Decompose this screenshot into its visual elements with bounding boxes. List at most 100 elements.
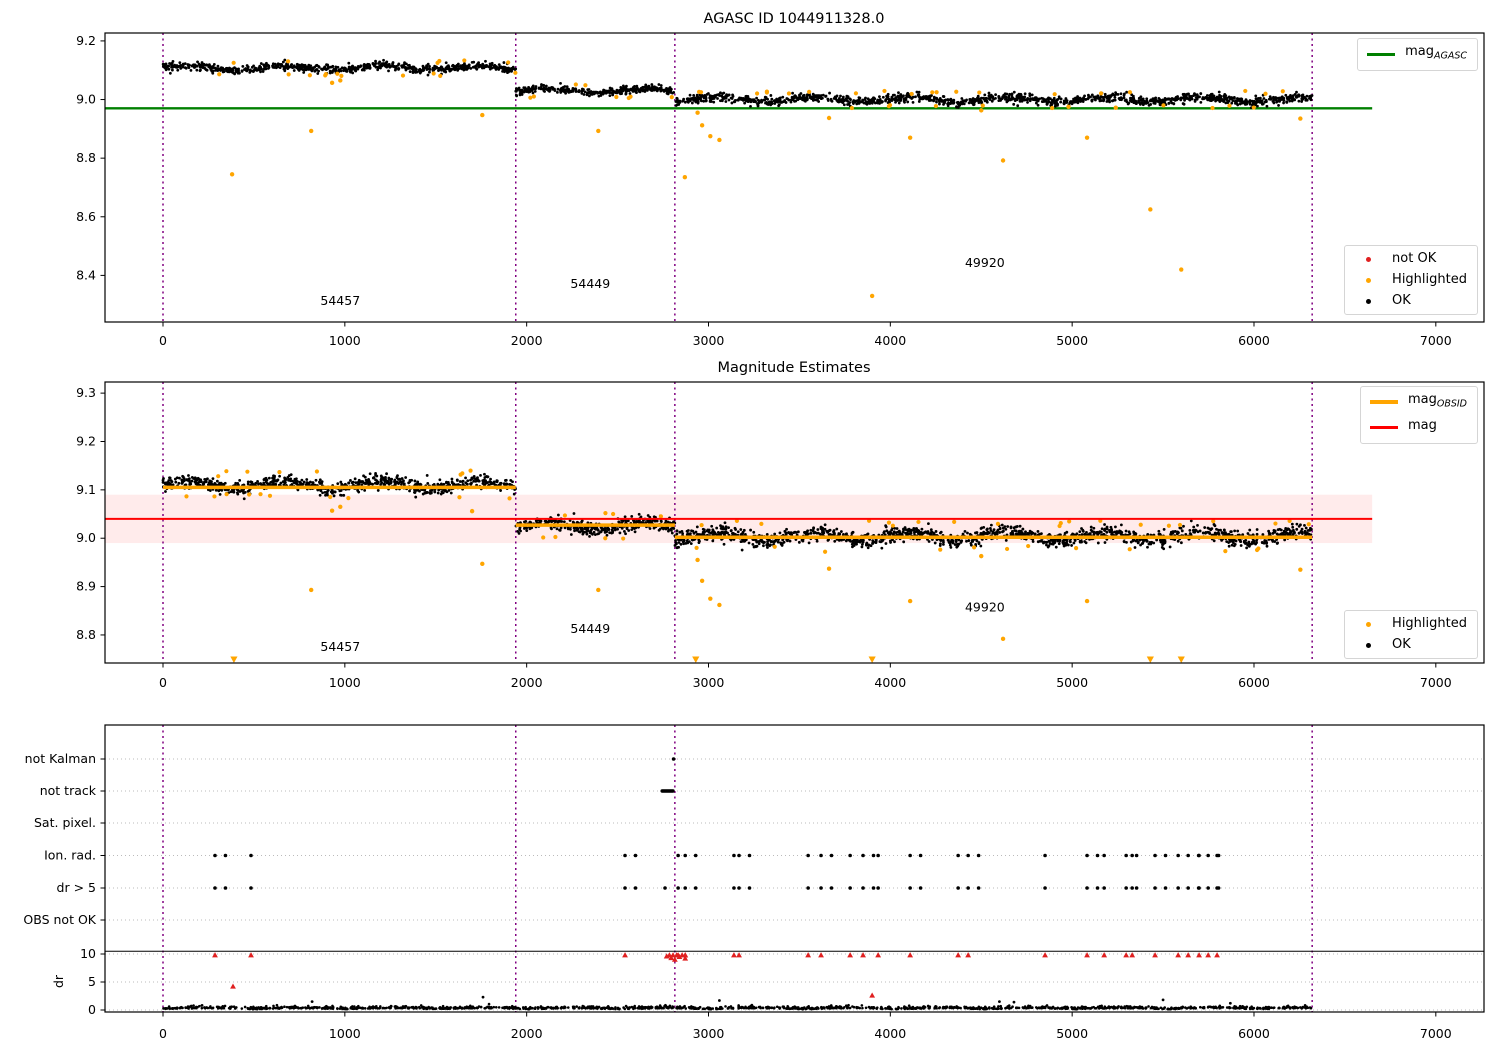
ok-data-point (342, 493, 346, 497)
highlighted-data-point (346, 496, 351, 501)
ok-data-point (444, 61, 448, 65)
ok-data-point (376, 481, 379, 485)
ok-data-point (1252, 99, 1256, 103)
ok-data-point (633, 530, 637, 534)
ok-data-point (926, 531, 929, 535)
ok-data-point (665, 87, 668, 90)
ok-data-point (372, 476, 376, 479)
ok-data-point (483, 64, 486, 68)
ok-data-point (472, 60, 476, 64)
ok-data-point (1304, 98, 1308, 102)
ok-data-point (1172, 102, 1176, 105)
ok-data-point (1043, 98, 1047, 101)
ok-data-point (877, 98, 881, 102)
ok-data-point (1272, 530, 1276, 534)
highlighted-data-point (328, 494, 333, 500)
ok-data-point (334, 65, 338, 69)
ok-data-point (1287, 95, 1291, 99)
ok-data-point (378, 65, 381, 69)
ok-data-point (461, 479, 465, 483)
ok-data-point (1157, 96, 1161, 100)
ok-data-point (1131, 539, 1135, 543)
ok-data-point (1184, 532, 1188, 536)
plots-canvas: 5445754449499200 1000 2000 3000 4000 5000 6000… (23, 32, 1485, 1041)
ok-data-point (724, 96, 728, 100)
ok-data-point (569, 533, 573, 536)
ok-data-point (579, 527, 583, 531)
ok-data-point (766, 97, 769, 101)
ok-data-point (345, 69, 349, 73)
ok-data-point (713, 94, 717, 97)
ok-data-point (590, 92, 594, 96)
ok-data-point (332, 494, 336, 498)
ok-data-point (490, 61, 494, 65)
ok-data-point (374, 471, 377, 475)
highlighted-data-point (1210, 105, 1215, 111)
ok-data-point (670, 531, 674, 535)
ok-data-point (1182, 94, 1186, 97)
ok-data-point (360, 483, 364, 487)
ok-data-point (1255, 528, 1259, 531)
ok-data-point (1235, 102, 1239, 106)
ok-data-point (1090, 99, 1094, 103)
ok-data-point (630, 514, 634, 518)
ok-data-point (635, 87, 639, 91)
ok-data-point (1193, 100, 1197, 103)
ok-data-point (504, 479, 507, 482)
ok-data-point (1295, 95, 1298, 99)
ok-data-point (278, 474, 281, 478)
ok-data-point (1045, 102, 1049, 106)
ok-data-point (1089, 95, 1092, 99)
ok-data-point (178, 64, 182, 68)
ok-data-point (704, 95, 708, 99)
highlighted-outlier-point (979, 108, 984, 113)
ok-data-point (777, 104, 781, 108)
ok-data-point (667, 529, 670, 533)
ok-data-point (367, 63, 371, 66)
ok-data-point (294, 477, 298, 481)
ok-data-point (431, 66, 435, 70)
highlighted-outlier-point (1000, 158, 1006, 163)
ok-data-point (1074, 98, 1078, 102)
ok-data-point (385, 64, 389, 68)
ok-data-point (867, 543, 871, 547)
ok-data-point (1276, 528, 1280, 532)
obsid-label: 49920 (965, 255, 1005, 270)
highlighted-data-point (882, 88, 887, 94)
ok-data-point (1199, 100, 1203, 104)
ok-data-point (559, 526, 563, 530)
ok-data-point (1062, 102, 1066, 106)
ok-data-point (1198, 95, 1201, 99)
ok-data-point (264, 479, 268, 483)
highlighted-outlier-point (699, 123, 705, 128)
ok-data-point (976, 98, 979, 102)
ok-data-point (209, 481, 213, 485)
ok-data-point (884, 525, 888, 529)
ok-data-point (1290, 522, 1294, 526)
ok-data-point (906, 95, 910, 98)
ok-data-point (994, 93, 998, 97)
ok-data-point (958, 102, 962, 106)
ok-data-point (274, 482, 278, 486)
ok-data-point (1158, 99, 1162, 103)
ok-data-point (846, 103, 849, 106)
ok-data-point (1083, 540, 1087, 543)
ok-data-point (785, 97, 789, 100)
ok-data-point (627, 89, 631, 93)
ok-data-point (204, 63, 208, 67)
highlighted-data-point (460, 471, 465, 476)
ok-data-point (368, 66, 372, 69)
ok-data-point (976, 96, 979, 100)
ok-data-point (588, 534, 591, 538)
ok-data-point (257, 482, 260, 486)
ok-data-point (183, 66, 187, 70)
ok-data-point (339, 493, 342, 497)
ok-data-point (462, 68, 466, 72)
ok-data-point (918, 96, 922, 99)
highlighted-data-point (307, 73, 312, 78)
ok-data-point (889, 531, 893, 535)
ok-data-point (182, 477, 186, 481)
y-tick-label: 9.0 (76, 92, 96, 107)
ok-data-point (617, 520, 621, 524)
ok-data-point (1219, 528, 1222, 532)
